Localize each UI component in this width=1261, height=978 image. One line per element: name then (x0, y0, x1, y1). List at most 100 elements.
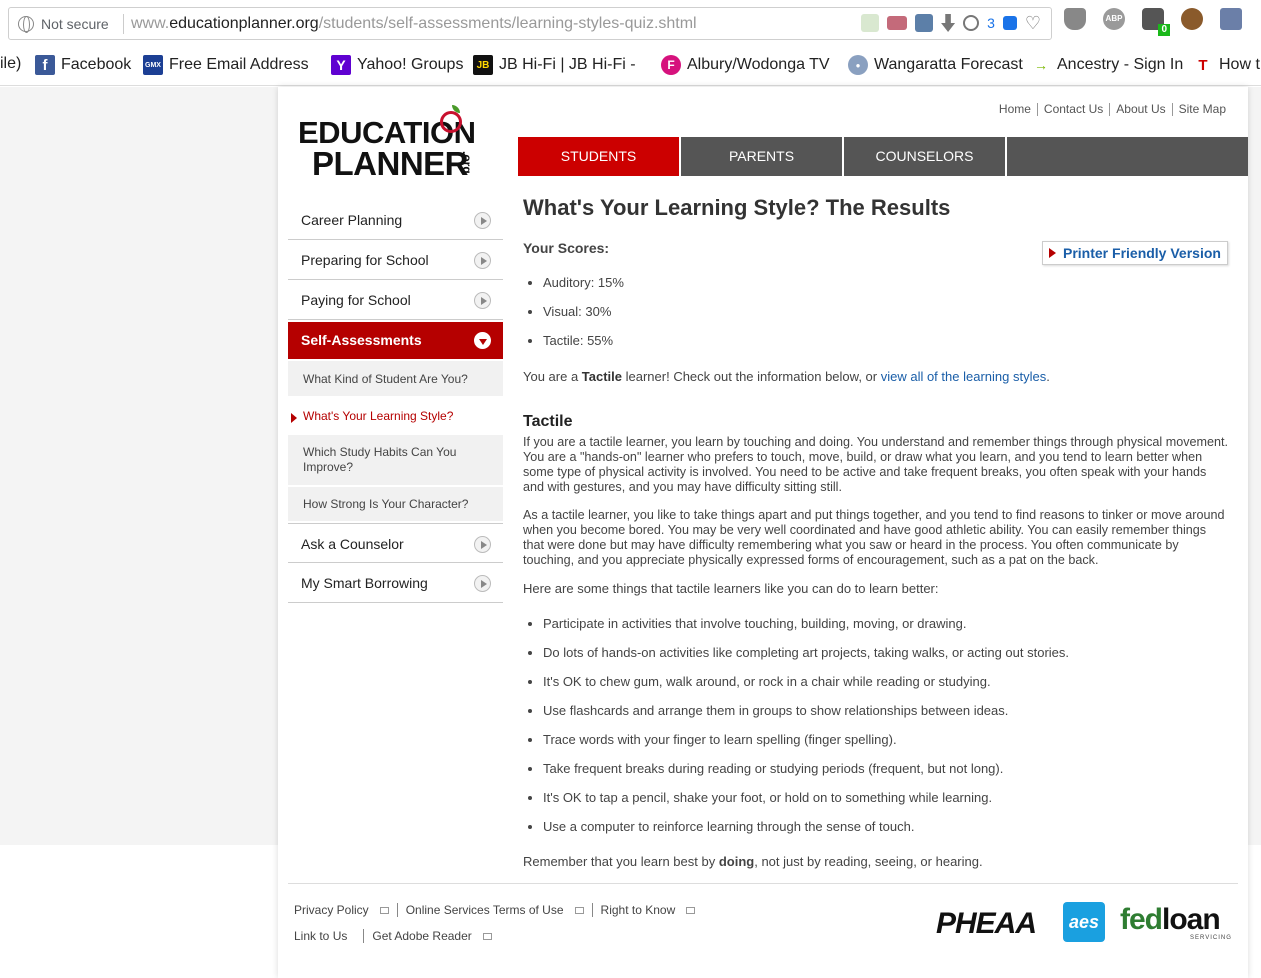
bookmark-item[interactable]: ile) (0, 55, 21, 73)
cube-icon[interactable] (861, 14, 880, 32)
footer-link-label: Get Adobe Reader (372, 929, 472, 943)
chevron-right-icon (474, 292, 491, 309)
tools-icon[interactable] (915, 14, 934, 32)
url-path: /students/self-assessments/learning-styl… (318, 15, 697, 32)
tip-item: Use a computer to reinforce learning thr… (543, 819, 1069, 848)
bookmark-label: JB Hi-Fi | JB Hi-Fi - Au (499, 56, 639, 73)
external-link-icon (686, 907, 696, 914)
terms-of-use-link[interactable]: Online Services Terms of Use (396, 903, 592, 917)
translate-icon[interactable] (1002, 16, 1017, 30)
footer-links-row-2: Link to Us Get Adobe Reader (294, 929, 500, 943)
link-to-us-link[interactable]: Link to Us (294, 929, 363, 943)
contact-us-link[interactable]: Contact Us (1036, 103, 1109, 116)
hd-icon[interactable] (887, 16, 908, 30)
logo-text-org: .org (460, 151, 474, 174)
bookmark-item[interactable]: f Facebook (35, 55, 131, 75)
scores-label: Your Scores: (523, 240, 610, 256)
privacy-policy-link[interactable]: Privacy Policy (294, 903, 397, 917)
intro-text: learner! Check out the information below… (622, 369, 881, 384)
printer-friendly-button[interactable]: Printer Friendly Version (1042, 241, 1228, 265)
adblock-icon[interactable]: ABP (1103, 8, 1125, 30)
search-icon[interactable] (963, 15, 980, 31)
sidebar: Career Planning Preparing for School Pay… (288, 200, 503, 603)
not-secure-label[interactable]: Not secure (41, 16, 109, 32)
site-logo[interactable]: EDUCATION PLANNER .org (298, 105, 498, 182)
apple-icon (440, 111, 462, 133)
closing-bold: doing (718, 854, 755, 869)
sidebar-subitem-study-habits[interactable]: Which Study Habits Can You Improve? (288, 435, 503, 487)
score-list: Auditory: 15% Visual: 30% Tactile: 55% (543, 275, 624, 362)
yahoo-icon: Y (331, 55, 351, 75)
address-bar[interactable]: Not secure www.educationplanner.org/stud… (8, 7, 1052, 40)
ancestry-icon: → (1031, 55, 1051, 75)
sidebar-item-self-assessments[interactable]: Self-Assessments (288, 322, 503, 359)
chevron-right-icon (474, 212, 491, 229)
printer-friendly-label: Printer Friendly Version (1063, 245, 1221, 261)
bookmark-label: Yahoo! Groups (357, 56, 464, 73)
bookmark-item[interactable]: T How t (1193, 55, 1260, 75)
closing-text: Remember that you learn best by (523, 854, 719, 869)
adobe-reader-link[interactable]: Get Adobe Reader (363, 929, 499, 943)
bookmark-item[interactable]: ● Wangaratta Forecast (848, 55, 1023, 75)
ufo-icon[interactable]: 0 (1142, 8, 1170, 36)
address-bar-icons: 3 ♡ (861, 14, 1041, 32)
cookie-icon[interactable] (1181, 8, 1203, 30)
tab-students[interactable]: STUDENTS (518, 137, 681, 176)
url-domain: educationplanner.org (169, 15, 319, 32)
sidebar-subitem-label: What Kind of Student Are You? (303, 371, 468, 386)
chevron-right-icon (474, 252, 491, 269)
sidebar-item-career-planning[interactable]: Career Planning (288, 200, 503, 240)
shield-icon[interactable] (1064, 8, 1086, 30)
site-map-link[interactable]: Site Map (1171, 103, 1232, 116)
page-title: What's Your Learning Style? The Results (523, 195, 951, 220)
pheaa-logo[interactable]: PHEAA (936, 907, 1037, 941)
bookmark-item[interactable]: F Albury/Wodonga TV (661, 55, 837, 75)
sidebar-subitem-what-kind-of-student[interactable]: What Kind of Student Are You? (288, 361, 503, 398)
home-link[interactable]: Home (993, 103, 1037, 116)
tab-parents[interactable]: PARENTS (681, 137, 844, 176)
url-text[interactable]: www.educationplanner.org/students/self-a… (131, 15, 697, 33)
about-us-link[interactable]: About Us (1109, 103, 1171, 116)
sidebar-item-label: Paying for School (301, 292, 411, 308)
heart-icon[interactable]: ♡ (1025, 14, 1041, 32)
main-content: What's Your Learning Style? The Results … (523, 195, 1228, 869)
footer-link-label: Privacy Policy (294, 903, 369, 917)
tab-counselors[interactable]: COUNSELORS (844, 137, 1007, 176)
right-to-know-link[interactable]: Right to Know (591, 903, 704, 917)
tip-item: Take frequent breaks during reading or s… (543, 761, 1069, 790)
bookmark-label: ile) (0, 55, 22, 72)
tips-list: Participate in activities that involve t… (543, 616, 1069, 848)
sidebar-subitem-learning-style[interactable]: What's Your Learning Style? (288, 398, 503, 435)
bookmark-label: How t (1219, 56, 1260, 73)
bookmark-item[interactable]: GMX Free Email Addresses (143, 55, 309, 75)
score-tactile: Tactile: 55% (543, 333, 624, 362)
sidebar-item-label: Self-Assessments (301, 332, 422, 348)
fedloan-logo[interactable]: fedloan (1120, 903, 1221, 937)
external-link-icon (482, 933, 492, 940)
bookmark-item[interactable]: Y Yahoo! Groups (331, 55, 463, 75)
sidebar-item-preparing-for-school[interactable]: Preparing for School (288, 240, 503, 280)
external-link-icon (379, 907, 389, 914)
aes-logo[interactable]: aes (1063, 902, 1105, 942)
sidebar-item-smart-borrowing[interactable]: My Smart Borrowing (288, 563, 503, 603)
bookmark-label: Wangaratta Forecast (874, 56, 1023, 73)
sidebar-item-ask-a-counselor[interactable]: Ask a Counselor (288, 523, 503, 563)
tips-intro: Here are some things that tactile learne… (523, 581, 939, 596)
weather-icon: ● (848, 55, 868, 75)
sidebar-item-paying-for-school[interactable]: Paying for School (288, 280, 503, 320)
download-icon[interactable] (941, 14, 956, 32)
fedloan-servicing: SERVICING (1190, 935, 1232, 941)
sidebar-subitem-character[interactable]: How Strong Is Your Character? (288, 487, 503, 523)
bookmark-item[interactable]: → Ancestry - Sign In (1031, 55, 1183, 75)
fedloan-loan: loan (1162, 903, 1221, 936)
printer-icon[interactable] (1220, 8, 1242, 30)
bookmark-item[interactable]: JB JB Hi-Fi | JB Hi-Fi - Au (473, 55, 639, 75)
style-heading: Tactile (523, 413, 573, 430)
utility-links: Home Contact Us About Us Site Map (993, 103, 1232, 116)
view-all-styles-link[interactable]: view all of the learning styles (881, 369, 1046, 384)
chevron-right-icon (474, 575, 491, 592)
bookmarks-bar: ile) f Facebook GMX Free Email Addresses Y… (0, 46, 1261, 86)
tab-count[interactable]: 3 (987, 15, 995, 31)
sidebar-item-label: Preparing for School (301, 252, 429, 268)
score-visual: Visual: 30% (543, 304, 624, 333)
